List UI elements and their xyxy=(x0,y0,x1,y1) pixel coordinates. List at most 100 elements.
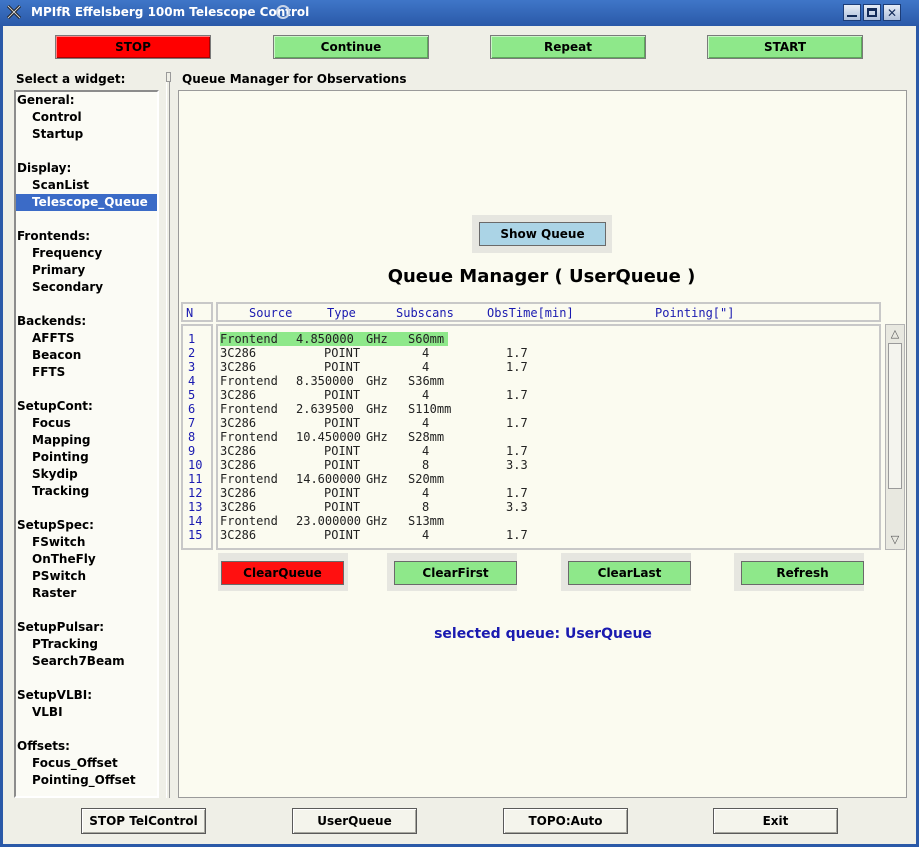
table-row[interactable]: Frontend 2.639500 GHz S110mm xyxy=(220,402,451,416)
sidebar-item-mapping[interactable]: Mapping xyxy=(32,432,90,449)
cell-d: S13mm xyxy=(408,514,445,528)
sidebar-item-raster[interactable]: Raster xyxy=(32,585,76,602)
cell-b: POINT xyxy=(324,500,361,514)
clear-queue-button[interactable]: ClearQueue xyxy=(221,561,344,585)
cell-c: GHz xyxy=(366,374,388,388)
user-queue-button[interactable]: UserQueue xyxy=(292,808,417,834)
sidebar-item-fswitch[interactable]: FSwitch xyxy=(32,534,85,551)
select-widget-label: Select a widget: xyxy=(16,72,126,86)
table-row[interactable]: 3C286 POINT 8 3.3 xyxy=(220,500,540,514)
table-row[interactable]: 3C286 POINT 4 1.7 xyxy=(220,360,540,374)
cell-c: 4 xyxy=(422,528,430,542)
row-number[interactable]: 11 xyxy=(188,472,202,486)
table-row[interactable]: Frontend 8.350000 GHz S36mm xyxy=(220,374,448,388)
queue-number-list[interactable]: 1 2 3 4 5 6 7 8 9 10 11 12 13 14 15 xyxy=(181,324,213,550)
row-number[interactable]: 14 xyxy=(188,514,202,528)
maximize-button[interactable] xyxy=(863,4,881,21)
row-number[interactable]: 15 xyxy=(188,528,202,542)
row-number[interactable]: 5 xyxy=(188,388,195,402)
title-bar[interactable]: MPIfR Effelsberg 100m Telescope Control … xyxy=(0,0,919,26)
widget-list[interactable]: General: Control Startup Display: ScanList Te… xyxy=(14,90,159,798)
scrollbar-thumb[interactable] xyxy=(888,343,902,489)
table-row[interactable]: Frontend 23.000000 GHz S13mm xyxy=(220,514,448,528)
table-row[interactable]: 3C286 POINT 4 1.7 xyxy=(220,486,540,500)
cell-c: GHz xyxy=(366,514,388,528)
sidebar-item-search7beam[interactable]: Search7Beam xyxy=(32,653,125,670)
row-number[interactable]: 7 xyxy=(188,416,195,430)
sidebar-item-telescope-queue[interactable]: Telescope_Queue xyxy=(16,194,157,211)
refresh-button[interactable]: Refresh xyxy=(741,561,864,585)
queue-scrollbar[interactable]: △ ▽ xyxy=(885,324,905,550)
continue-button[interactable]: Continue xyxy=(273,35,429,59)
row-number[interactable]: 13 xyxy=(188,500,202,514)
table-row[interactable]: Frontend 14.600000 GHz S20mm xyxy=(220,472,448,486)
cell-c: 4 xyxy=(422,388,430,402)
cell-a: Frontend xyxy=(220,332,278,346)
row-number[interactable]: 10 xyxy=(188,458,202,472)
queue-entry-list[interactable]: Frontend 4.850000 GHz S60mm 3C286 POINT 4 1.7 3C… xyxy=(216,324,881,550)
sidebar-item-control[interactable]: Control xyxy=(32,109,82,126)
table-row[interactable]: Frontend 10.450000 GHz S28mm xyxy=(220,430,448,444)
splitter-handle[interactable] xyxy=(166,72,171,82)
cell-d: S60mm xyxy=(408,332,445,346)
sidebar-item-scanlist[interactable]: ScanList xyxy=(32,177,89,194)
table-row[interactable]: 3C286 POINT 4 1.7 xyxy=(220,416,540,430)
sidebar-item-focus[interactable]: Focus xyxy=(32,415,71,432)
start-button[interactable]: START xyxy=(707,35,863,59)
sidebar-item-startup[interactable]: Startup xyxy=(32,126,83,143)
repeat-button[interactable]: Repeat xyxy=(490,35,646,59)
cell-c: GHz xyxy=(366,430,388,444)
table-row[interactable]: 3C286 POINT 8 3.3 xyxy=(220,458,540,472)
sidebar-item-pswitch[interactable]: PSwitch xyxy=(32,568,86,585)
scroll-up-icon[interactable]: △ xyxy=(888,327,902,341)
minimize-button[interactable] xyxy=(843,4,861,21)
header-obstime: ObsTime[min] xyxy=(487,306,574,320)
cell-a: 3C286 xyxy=(220,486,257,500)
row-number[interactable]: 2 xyxy=(188,346,195,360)
close-button[interactable]: ✕ xyxy=(883,4,901,21)
stop-telcontrol-button[interactable]: STOP TelControl xyxy=(81,808,206,834)
row-number[interactable]: 9 xyxy=(188,444,195,458)
sidebar-item-affts[interactable]: AFFTS xyxy=(32,330,75,347)
scroll-down-icon[interactable]: ▽ xyxy=(888,533,902,547)
row-number[interactable]: 6 xyxy=(188,402,195,416)
clear-first-button[interactable]: ClearFirst xyxy=(394,561,517,585)
sidebar-item-frequency[interactable]: Frequency xyxy=(32,245,102,262)
sidebar-category: General: xyxy=(17,93,75,107)
cell-a: 3C286 xyxy=(220,458,257,472)
sidebar-item-vlbi[interactable]: VLBI xyxy=(32,704,63,721)
sidebar-item-skydip[interactable]: Skydip xyxy=(32,466,78,483)
table-row[interactable]: Frontend 4.850000 GHz S60mm xyxy=(220,332,448,346)
cell-a: 3C286 xyxy=(220,444,257,458)
sidebar-item-focus-offset[interactable]: Focus_Offset xyxy=(32,755,118,772)
window-title: MPIfR Effelsberg 100m Telescope Control xyxy=(31,5,310,19)
sidebar-item-onthefly[interactable]: OnTheFly xyxy=(32,551,96,568)
cell-b: POINT xyxy=(324,416,361,430)
row-number[interactable]: 4 xyxy=(188,374,195,388)
n-header-label: N xyxy=(186,306,194,320)
cell-b: 10.450000 xyxy=(296,430,362,444)
sidebar-item-pointing-offset[interactable]: Pointing_Offset xyxy=(32,772,136,789)
table-row[interactable]: 3C286 POINT 4 1.7 xyxy=(220,528,540,542)
row-number[interactable]: 3 xyxy=(188,360,195,374)
minimize-icon xyxy=(847,15,857,17)
row-number[interactable]: 1 xyxy=(188,332,195,346)
show-queue-button[interactable]: Show Queue xyxy=(479,222,606,246)
table-row[interactable]: 3C286 POINT 4 1.7 xyxy=(220,388,540,402)
sidebar-item-pointing[interactable]: Pointing xyxy=(32,449,89,466)
topo-auto-button[interactable]: TOPO:Auto xyxy=(503,808,628,834)
row-number[interactable]: 12 xyxy=(188,486,202,500)
table-row[interactable]: 3C286 POINT 4 1.7 xyxy=(220,444,540,458)
exit-button[interactable]: Exit xyxy=(713,808,838,834)
stop-button[interactable]: STOP xyxy=(55,35,211,59)
pane-splitter[interactable] xyxy=(166,72,171,798)
clear-last-button[interactable]: ClearLast xyxy=(568,561,691,585)
header-pointing: Pointing["] xyxy=(655,306,735,320)
sidebar-item-ffts[interactable]: FFTS xyxy=(32,364,65,381)
cell-c: GHz xyxy=(366,472,388,486)
sidebar-item-tracking[interactable]: Tracking xyxy=(32,483,89,500)
sidebar-item-beacon[interactable]: Beacon xyxy=(32,347,81,364)
x-window-icon[interactable] xyxy=(6,4,22,20)
row-number[interactable]: 8 xyxy=(188,430,195,444)
table-row[interactable]: 3C286 POINT 4 1.7 xyxy=(220,346,540,360)
